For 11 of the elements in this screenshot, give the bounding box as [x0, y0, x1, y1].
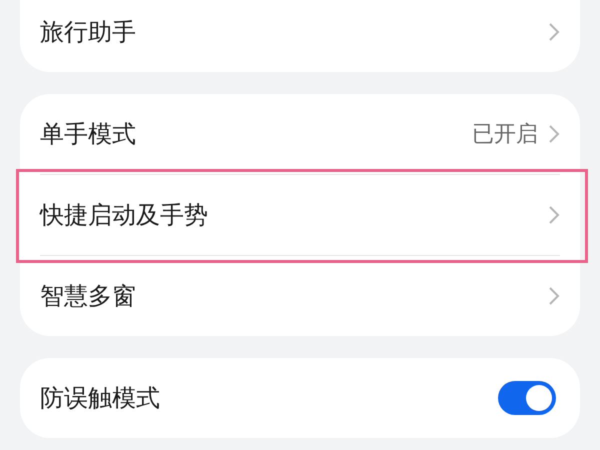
chevron-right-icon[interactable] — [548, 205, 560, 225]
setting-label: 快捷启动及手势 — [40, 200, 209, 231]
chevron-right-icon[interactable] — [548, 124, 560, 144]
toggle-switch[interactable] — [498, 381, 556, 415]
setting-label: 防误触模式 — [40, 383, 161, 414]
chevron-right-icon[interactable] — [548, 22, 560, 42]
chevron-right-icon[interactable] — [548, 286, 560, 306]
setting-value: 已开启 — [472, 121, 538, 149]
setting-label: 智慧多窗 — [40, 281, 137, 312]
setting-label: 旅行助手 — [40, 17, 137, 48]
setting-label: 单手模式 — [40, 119, 137, 150]
